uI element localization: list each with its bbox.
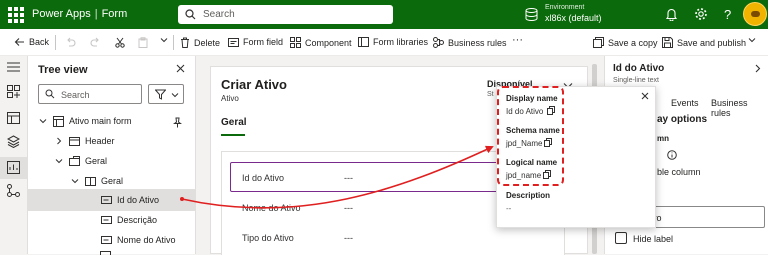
arrow-path: [181, 145, 494, 209]
annotation-arrow: [180, 145, 494, 209]
